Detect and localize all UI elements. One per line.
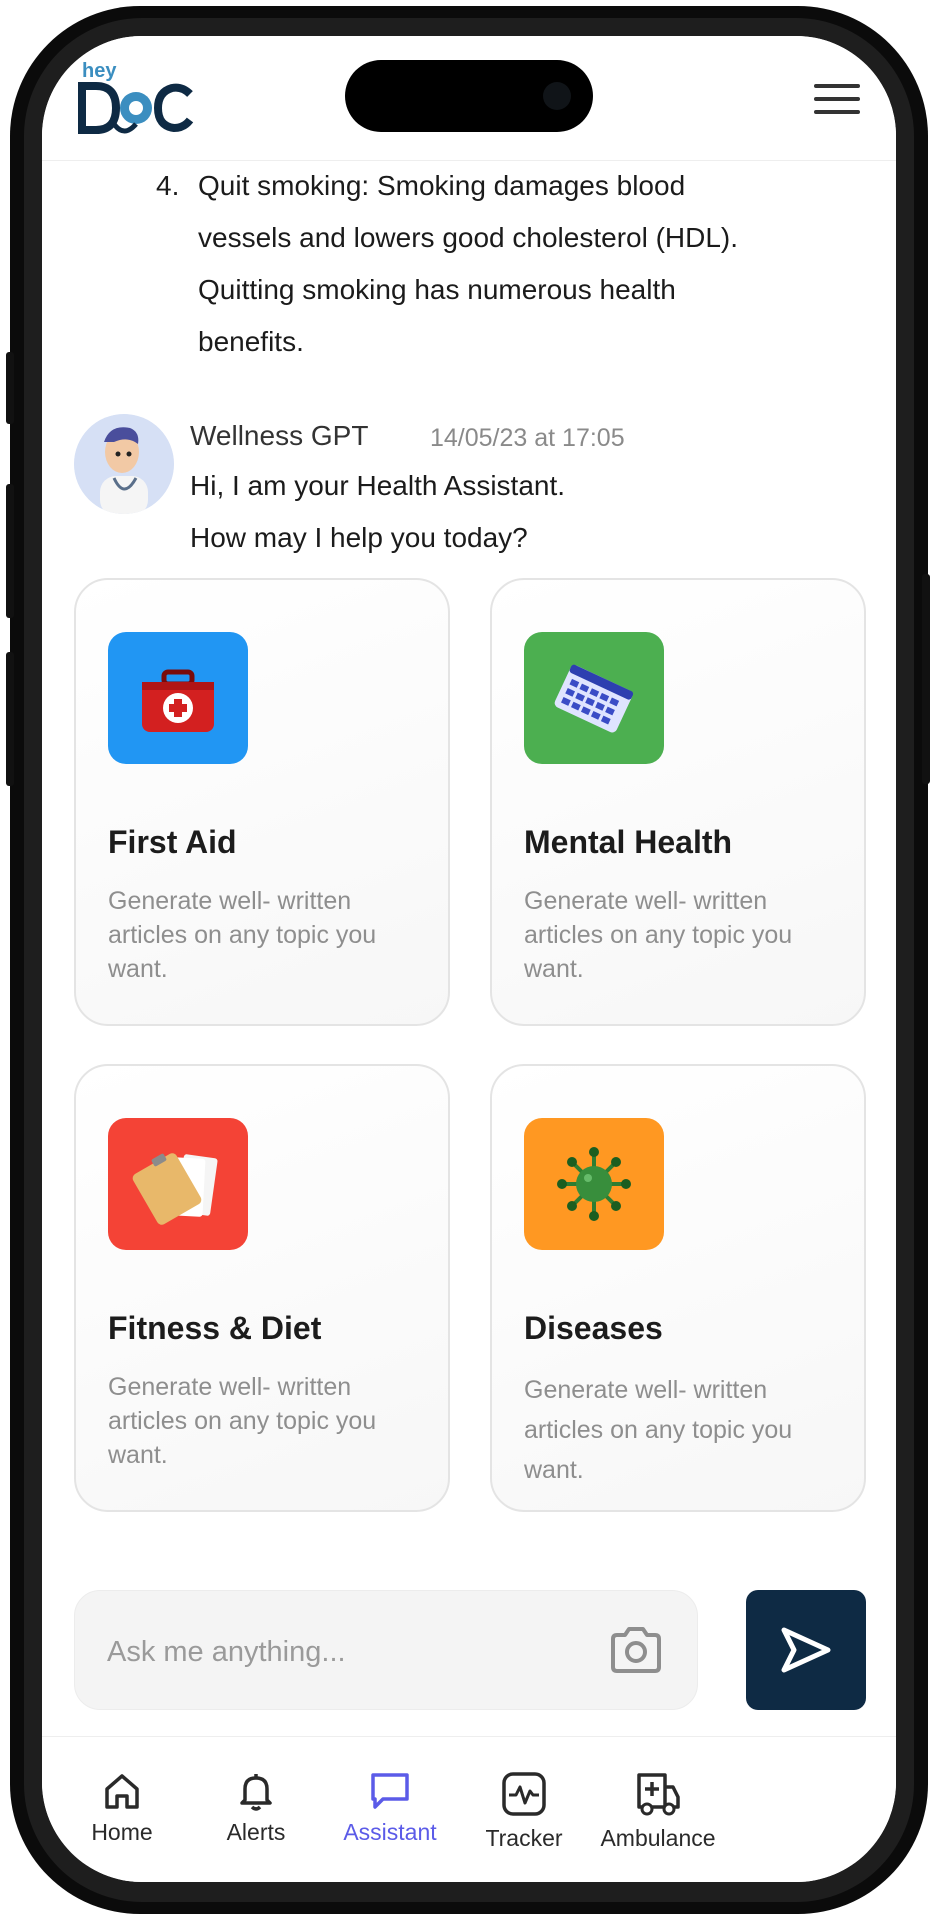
card-description: Generate well- written articles on any t… [108,887,377,983]
home-icon [105,1774,139,1809]
list-item-line: benefits. [198,326,304,357]
clipboard-icon [108,1118,248,1250]
volume-up-button [6,484,14,618]
side-button [6,352,14,424]
card-mental-health[interactable]: Mental Health Generate well- written art… [490,578,866,1026]
logo-doc-wordmark [78,82,194,134]
chat-bubble-icon [371,1773,409,1809]
list-item-line: Quitting smoking has numerous health [198,274,676,305]
card-description: Generate well- written articles on any t… [524,1376,793,1484]
first-aid-kit-icon [108,632,248,764]
bottom-tab-bar: Home Alerts Assistant Tracker Ambulance [42,1736,896,1882]
send-button[interactable] [746,1590,866,1710]
card-title: Fitness & Diet [108,1310,322,1346]
card-title: Diseases [524,1310,663,1346]
dynamic-island [345,60,593,132]
bell-icon [240,1774,272,1811]
message-text: Hi, I am your Health Assistant. [190,470,566,501]
heydoc-logo[interactable]: hey [78,60,198,140]
card-fitness-diet[interactable]: Fitness & Diet Generate well- written ar… [74,1064,450,1512]
list-item-line: Quit smoking: Smoking damages blood [198,170,686,201]
card-diseases[interactable]: Diseases Generate well- written articles… [490,1064,866,1512]
card-first-aid[interactable]: First Aid Generate well- written article… [74,578,450,1026]
card-title: Mental Health [524,824,733,860]
message-timestamp: 14/05/23 at 17:05 [430,424,625,452]
app-header: hey [42,36,896,161]
chat-input[interactable] [105,1621,589,1683]
tab-ambulance[interactable]: Ambulance [578,1771,738,1852]
sender-name: Wellness GPT [190,420,369,451]
avatar [74,414,174,514]
ambulance-icon [637,1773,680,1816]
volume-down-button [6,652,14,786]
chat-input-container [74,1590,698,1710]
card-description: Generate well- written articles on any t… [108,1373,377,1469]
list-item-number: 4. [156,170,180,201]
list-item-line: vessels and lowers good cholesterol (HDL… [198,222,739,253]
calendar-icon [524,632,664,764]
list-item: 4. Quit smoking: Smoking damages blood v… [156,160,848,368]
card-description: Generate well- written articles on any t… [524,887,793,983]
card-title: First Aid [108,824,237,860]
power-button [922,574,930,784]
assistant-message: Wellness GPT 14/05/23 at 17:05 Hi, I am … [74,414,874,564]
message-text: How may I help you today? [190,522,528,553]
virus-icon [524,1118,664,1250]
tab-label: Ambulance [600,1825,716,1851]
app-screen: hey 4. Quit smoking: Smoking damages blo… [42,36,896,1882]
pulse-icon [502,1772,546,1816]
camera-icon[interactable] [609,1625,663,1675]
hamburger-icon[interactable] [814,84,860,114]
send-icon [781,1627,831,1673]
